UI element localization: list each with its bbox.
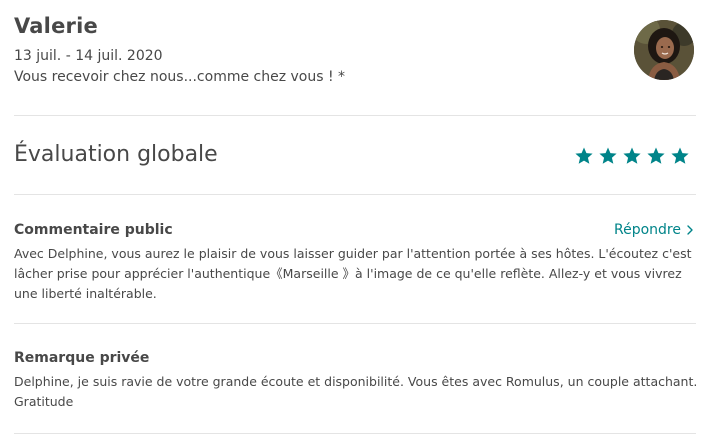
star-icon	[575, 147, 593, 164]
star-icon	[647, 147, 665, 164]
private-note-title: Remarque privée	[14, 350, 150, 366]
reply-link[interactable]: Répondre	[614, 220, 695, 240]
listing-title: Vous recevoir chez nous...comme chez vou…	[14, 69, 346, 85]
star-icon	[671, 147, 689, 164]
stay-dates: 13 juil. - 14 juil. 2020	[14, 48, 163, 64]
private-note-text: Delphine, je suis ravie de votre grande …	[14, 374, 698, 409]
guest-name: Valerie	[14, 14, 98, 38]
review-header: Valerie 13 juil. - 14 juil. 2020 Vous re…	[14, 12, 614, 88]
chevron-right-icon	[687, 225, 693, 235]
star-icon	[599, 147, 617, 164]
avatar[interactable]	[634, 20, 694, 80]
overall-rating-label: Évaluation globale	[14, 142, 218, 167]
reply-label[interactable]: Répondre	[614, 220, 681, 240]
divider	[14, 433, 696, 434]
divider	[14, 323, 696, 324]
divider	[14, 115, 696, 116]
public-comment-text: Avec Delphine, vous aurez le plaisir de …	[14, 246, 692, 301]
star-icon	[623, 147, 641, 164]
rating-stars	[574, 146, 690, 166]
public-comment-title: Commentaire public	[14, 222, 173, 238]
avatar-image	[634, 20, 694, 80]
divider	[14, 194, 696, 195]
